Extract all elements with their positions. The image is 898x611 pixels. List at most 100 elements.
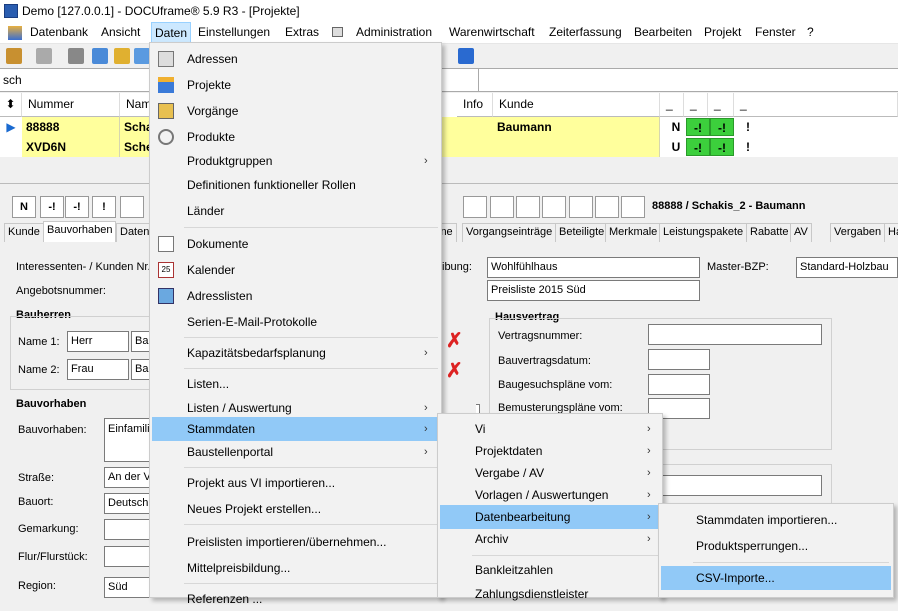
list-icon[interactable] [92,48,108,64]
menu-item-laender[interactable]: Länder [152,199,439,223]
menu-item-projekte[interactable]: Projekte [152,73,439,97]
menu-zeiterfassung[interactable]: Zeiterfassung [549,25,622,39]
header-info[interactable]: Info [457,93,493,117]
tab-leistungspakete[interactable]: Leistungspakete [659,223,748,242]
card-icon[interactable] [68,48,84,64]
menu-item-neues-projekt[interactable]: Neues Projekt erstellen... [152,497,439,521]
name1-field[interactable]: Ba [131,331,150,352]
print-icon[interactable] [36,48,52,64]
menu-bar: Datenbank Ansicht Daten Einstellungen Ex… [0,22,898,44]
tab-vergaben[interactable]: Vergaben [830,223,886,242]
anrede1-field[interactable]: Herr [67,331,129,352]
anrede2-field[interactable]: Frau [67,359,129,380]
header-s1[interactable]: _ [684,93,708,117]
tab-vorgangseintraege[interactable]: Vorgangseinträge [462,223,557,242]
gemarkung-field[interactable] [104,519,150,540]
cell-name: Sche [120,137,153,157]
sort-icon[interactable]: ⬍ [0,93,22,117]
submenu-item-produktsperrungen[interactable]: Produktsperrungen... [661,534,891,558]
admin-icon [332,27,343,37]
menu-item-listen[interactable]: Listen... [152,372,439,396]
vertragsnummer-field[interactable] [648,324,822,345]
preisliste-field[interactable]: Preisliste 2015 Süd [487,280,700,301]
folder-icon[interactable] [114,48,130,64]
menu-item-vorgaenge[interactable]: Vorgänge [152,99,439,123]
menu-item-projekt-vi[interactable]: Projekt aus VI importieren... [152,471,439,495]
header-status[interactable]: _ [660,93,684,117]
search-input[interactable]: sch [3,73,22,87]
export-icon[interactable] [458,48,474,64]
document-icon [158,236,174,252]
tab-daten[interactable]: Daten [116,223,154,242]
menu-item-stammdaten[interactable]: Stammdaten › [152,417,441,441]
menu-item-definitionen[interactable]: Definitionen funktioneller Rollen [152,173,439,197]
submenu-item-vi[interactable]: Vi › [440,417,660,441]
bauvertragsdatum-field[interactable] [648,349,710,370]
master-bzp-select[interactable]: Standard-Holzbau [796,257,898,278]
menu-item-kalender[interactable]: 25 Kalender [152,258,439,282]
delete-icon[interactable]: ✗ [446,328,463,353]
bauvorhaben-field[interactable]: Einfamili [104,418,150,462]
menu-item-dokumente[interactable]: Dokumente [152,232,439,256]
tab-merkmale[interactable]: Merkmale [605,223,662,242]
submenu-item-vorlagen[interactable]: Vorlagen / Auswertungen › [440,483,660,507]
submenu-item-vergabe[interactable]: Vergabe / AV › [440,461,660,485]
menu-item-kapazitaet[interactable]: Kapazitätsbedarfsplanung › [152,341,439,365]
header-name[interactable]: Nam [120,93,151,117]
menu-item-produktgruppen[interactable]: Produktgruppen › [152,149,439,173]
tab-rabatte[interactable]: Rabatte [746,223,793,242]
menu-item-preislisten[interactable]: Preislisten importieren/übernehmen... [152,530,439,554]
tab-kunde[interactable]: Kunde [4,223,44,242]
menu-datenbank[interactable]: Datenbank [30,25,88,39]
menu-warenwirtschaft[interactable]: Warenwirtschaft [449,25,535,39]
submenu-item-datenbearbeitung[interactable]: Datenbearbeitung › [440,505,661,529]
header-nummer[interactable]: Nummer [22,93,120,117]
menu-ansicht[interactable]: Ansicht [101,25,140,39]
tab-beteiligte[interactable]: Beteiligte [555,223,609,242]
label-flur: Flur/Flurstück: [18,551,88,563]
menu-item-adressen[interactable]: Adressen [152,47,439,71]
menu-item-mittelpreis[interactable]: Mittelpreisbildung... [152,556,439,580]
menu-fenster[interactable]: Fenster [755,25,796,39]
label-bauvorhaben: Bauvorhaben: [18,424,87,436]
menu-item-referenzen[interactable]: Referenzen ... [152,587,439,611]
beschreibung-field[interactable]: Wohlfühlhaus [487,257,700,278]
table-row[interactable]: ▶ 88888 Scha Baumann N -! -! ! [0,117,898,137]
menu-projekt[interactable]: Projekt [704,25,741,39]
tab-bauvorhaben[interactable]: Bauvorhaben [43,221,117,242]
menu-item-produkte[interactable]: Produkte [152,125,439,149]
menu-item-serien-email[interactable]: Serien-E-Mail-Protokolle [152,310,439,334]
menu-einstellungen[interactable]: Einstellungen [198,25,270,39]
menu-separator [184,524,438,525]
flur-field[interactable] [104,546,150,567]
menu-extras[interactable]: Extras [285,25,319,39]
toolbar-icon[interactable] [6,48,22,64]
submenu-item-archiv[interactable]: Archiv › [440,527,660,551]
table-row[interactable]: XVD6N Sche U -! -! ! [0,137,898,157]
menu-item-baustellenportal[interactable]: Baustellenportal › [152,440,439,464]
submenu-item-csv-importe[interactable]: CSV-Importe... [661,566,891,590]
tab-ha[interactable]: Ha [884,223,898,242]
detail-flag-empty [490,196,514,218]
menu-item-adresslisten[interactable]: Adresslisten [152,284,439,308]
submenu-item-zahlungsdienstleister[interactable]: Zahlungsdienstleister [440,582,660,606]
tab-av[interactable]: AV [790,223,812,242]
bauort-field[interactable]: Deutsch [104,493,150,514]
menu-bearbeiten[interactable]: Bearbeiten [634,25,692,39]
header-s3[interactable]: _ [734,93,898,117]
submenu-item-bankleitzahlen[interactable]: Bankleitzahlen [440,558,660,582]
delete-icon[interactable]: ✗ [446,358,463,383]
task-icon[interactable] [134,48,150,64]
header-kunde[interactable]: Kunde [493,93,660,117]
menu-daten[interactable]: Daten [151,22,192,44]
region-field[interactable]: Süd [104,577,150,598]
menu-help[interactable]: ? [807,25,814,39]
baugesuch-field[interactable] [648,374,710,395]
menu-administration[interactable]: Administration [356,25,432,39]
submenu-item-stammdaten-importieren[interactable]: Stammdaten importieren... [661,508,891,532]
name2-field[interactable]: Ba [131,359,150,380]
strasse-field[interactable]: An der V [104,467,150,488]
header-s2[interactable]: _ [708,93,734,117]
submenu-item-projektdaten[interactable]: Projektdaten › [440,439,660,463]
field[interactable] [648,475,822,496]
